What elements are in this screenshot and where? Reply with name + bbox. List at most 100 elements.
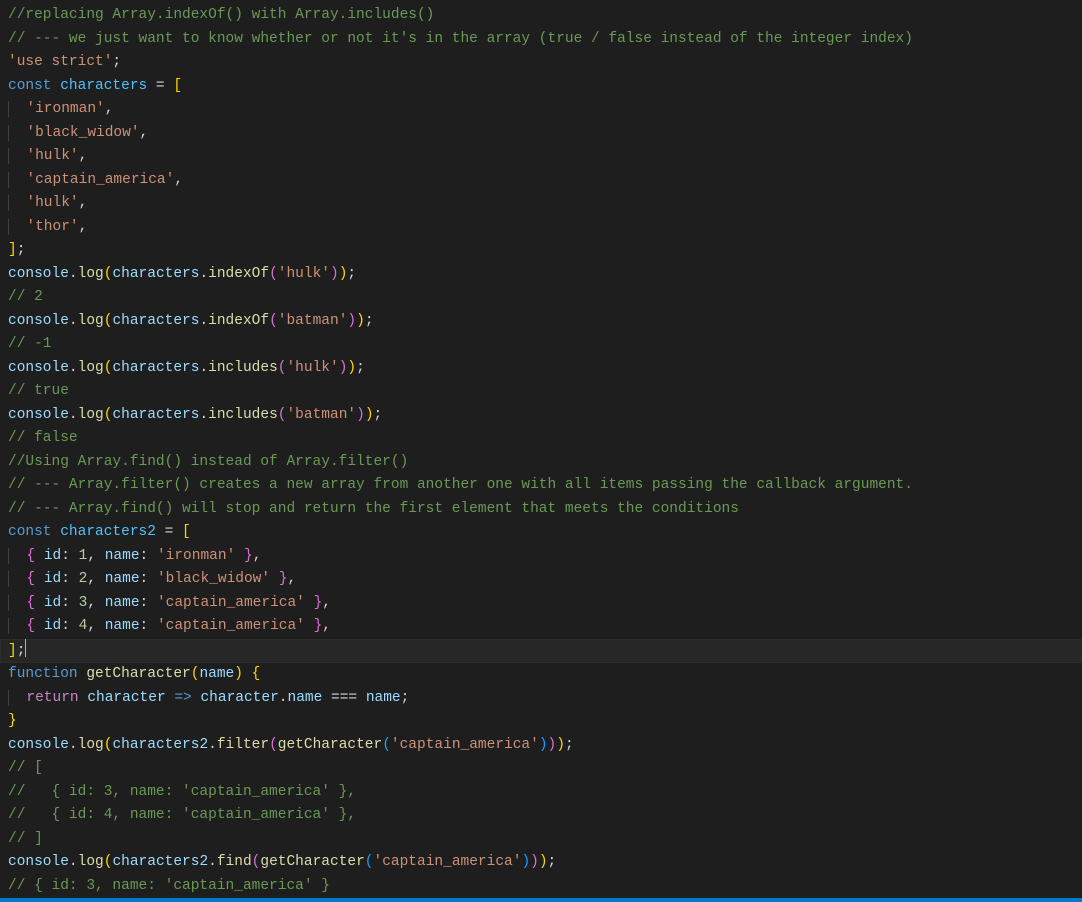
code-line[interactable]: { id: 2, name: 'black_widow' }, [8,568,1074,592]
token-punct: ; [347,266,356,282]
token-string: 'thor' [26,219,78,235]
token-punct: . [69,854,78,870]
code-line[interactable]: // -1 [8,333,1074,357]
token-punct [35,571,44,587]
token-string: 'captain_america' [374,854,522,870]
code-line[interactable]: // ] [8,828,1074,852]
token-punct: . [199,313,208,329]
token-brace1: { [26,618,35,634]
code-line[interactable]: 'hulk', [8,192,1074,216]
code-line[interactable]: const characters2 = [ [8,521,1074,545]
token-indent [8,219,26,235]
token-func: getCharacter [278,737,382,753]
token-func: log [78,407,104,423]
token-brace1: { [26,571,35,587]
code-editor[interactable]: //replacing Array.indexOf() with Array.i… [0,0,1082,902]
token-brace1: } [314,595,323,611]
code-line[interactable]: //Using Array.find() instead of Array.fi… [8,451,1074,475]
code-line[interactable]: // [ [8,757,1074,781]
code-line[interactable]: 'black_widow', [8,122,1074,146]
token-punct: : [61,548,78,564]
token-prop: console [8,407,69,423]
code-line[interactable]: 'captain_america', [8,169,1074,193]
token-punct: , [87,571,104,587]
code-line[interactable]: 'thor', [8,216,1074,240]
token-punct: . [199,360,208,376]
token-prop: name [105,618,140,634]
token-string: 'hulk' [26,148,78,164]
code-line[interactable]: const characters = [ [8,75,1074,99]
token-brace0: [ [182,524,191,540]
token-func: filter [217,737,269,753]
token-indent [8,548,26,564]
token-string: 'batman' [286,407,356,423]
code-line[interactable]: 'hulk', [8,145,1074,169]
token-punct: : [140,548,157,564]
code-line[interactable]: console.log(characters2.find(getCharacte… [8,851,1074,875]
token-brace1: { [26,548,35,564]
token-brace1: } [244,548,253,564]
token-func: getCharacter [260,854,364,870]
token-brace0: ) [365,407,374,423]
code-line[interactable]: return character => character.name === n… [8,687,1074,711]
token-punct: ; [401,690,410,706]
code-line[interactable]: console.log(characters.indexOf('hulk')); [8,263,1074,287]
token-string: 'black_widow' [26,125,139,141]
code-line[interactable]: console.log(characters.includes('hulk'))… [8,357,1074,381]
code-line[interactable]: // --- we just want to know whether or n… [8,28,1074,52]
code-line[interactable]: console.log(characters.includes('batman'… [8,404,1074,428]
token-brace0: { [252,666,261,682]
token-func: includes [208,360,278,376]
token-indent [8,195,26,211]
token-indent [8,125,26,141]
token-brace1: } [314,618,323,634]
token-prop: name [105,571,140,587]
token-indent [8,172,26,188]
token-punct: , [105,101,114,117]
code-line[interactable]: } [8,710,1074,734]
token-punct: , [87,618,104,634]
code-line[interactable]: 'ironman', [8,98,1074,122]
token-prop: id [44,571,61,587]
token-punct: . [279,690,288,706]
token-punct: , [79,219,88,235]
code-line[interactable]: // { id: 4, name: 'captain_america' }, [8,804,1074,828]
code-line[interactable]: console.log(characters.indexOf('batman')… [8,310,1074,334]
code-line[interactable]: { id: 3, name: 'captain_america' }, [8,592,1074,616]
code-line[interactable]: { id: 1, name: 'ironman' }, [8,545,1074,569]
token-punct [305,595,314,611]
token-return: return [26,690,78,706]
code-line[interactable]: 'use strict'; [8,51,1074,75]
token-comment: //Using Array.find() instead of Array.fi… [8,454,408,470]
code-line[interactable]: // { id: 3, name: 'captain_america' } [8,875,1074,899]
code-line[interactable]: // --- Array.find() will stop and return… [8,498,1074,522]
code-line[interactable]: // true [8,380,1074,404]
token-brace2: ( [365,854,374,870]
code-line[interactable]: // { id: 3, name: 'captain_america' }, [8,781,1074,805]
code-line[interactable]: ]; [8,239,1074,263]
token-brace1: ( [269,737,278,753]
code-line[interactable]: ]; [0,639,1082,664]
token-string: 'captain_america' [157,595,305,611]
token-prop: characters2 [112,854,208,870]
code-line[interactable]: console.log(characters2.filter(getCharac… [8,734,1074,758]
token-brace0: ) [539,854,548,870]
code-line[interactable]: // 2 [8,286,1074,310]
code-line[interactable]: { id: 4, name: 'captain_america' }, [8,615,1074,639]
token-punct [52,78,61,94]
token-punct: , [79,148,88,164]
code-line[interactable]: function getCharacter(name) { [8,663,1074,687]
token-func: includes [208,407,278,423]
token-string: 'batman' [278,313,348,329]
token-string: 'use strict' [8,54,112,70]
token-punct: ; [548,854,557,870]
token-punct: : [61,595,78,611]
code-line[interactable]: // --- Array.filter() creates a new arra… [8,474,1074,498]
token-punct: ; [112,54,121,70]
token-comment: // -1 [8,336,52,352]
token-indent [8,571,26,587]
token-brace1: ) [530,854,539,870]
token-brace0: [ [173,78,182,94]
code-line[interactable]: // false [8,427,1074,451]
code-line[interactable]: //replacing Array.indexOf() with Array.i… [8,4,1074,28]
